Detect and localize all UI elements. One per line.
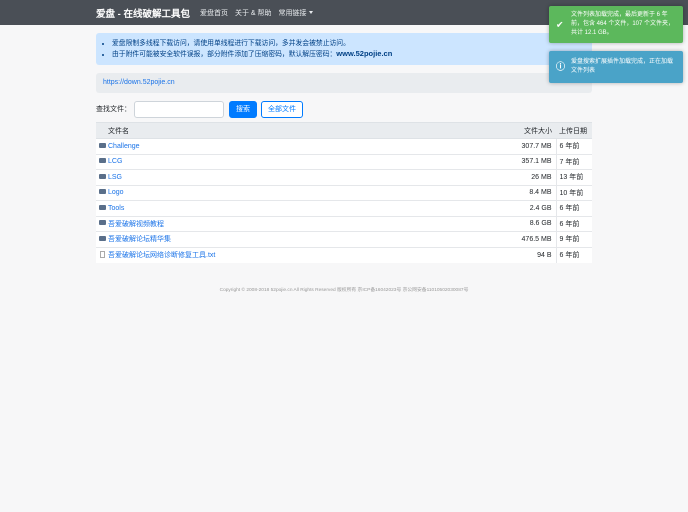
file-link[interactable]: LCG [108, 158, 122, 165]
row-name: Logo [108, 184, 486, 201]
caret-down-icon [308, 11, 313, 15]
file-link[interactable]: 吾爱破解论坛网络诊断修复工具.txt [108, 252, 215, 259]
row-size: 476.5 MB [486, 231, 557, 247]
row-icon [96, 138, 108, 154]
row-date: 7 年前 [556, 153, 592, 170]
row-name: LSG [108, 169, 486, 185]
row-name: LCG [108, 153, 486, 170]
alert-text: 由于附件可能被安全软件误报，部分附件添加了压缩密码，默认解压密码： [112, 51, 337, 58]
row-size: 8.4 MB [486, 184, 557, 201]
row-icon [96, 153, 108, 170]
row-date: 10 年前 [556, 184, 592, 201]
row-name: Tools [108, 200, 486, 216]
folder-icon [98, 189, 106, 195]
footer: Copyright © 2008-2018 52pojie.cn All Rig… [219, 288, 469, 293]
nav-about[interactable]: 关于 & 帮助 [235, 8, 272, 18]
toast-info[interactable]: ⓘ 爱盘搜索扩展插件加载完成，正在加载文件列表 [549, 51, 683, 83]
nav-links-label: 常用链接 [278, 9, 307, 17]
folder-icon [98, 235, 106, 241]
file-link[interactable]: 吾爱破解论坛精华集 [108, 236, 171, 243]
row-date: 6 年前 [556, 246, 592, 263]
toast-text: 文件列表加载完成，最后更新于 6 年前，包含 464 个文件，107 个文件夹，… [571, 12, 675, 36]
row-size: 357.1 MB [486, 153, 557, 170]
file-link[interactable]: Tools [108, 205, 124, 212]
toast-success[interactable]: ✔ 文件列表加载完成，最后更新于 6 年前，包含 464 个文件，107 个文件夹… [549, 6, 683, 43]
table-row[interactable]: 吾爱破解论坛网络诊断修复工具.txt 94 B6 年前 [96, 246, 592, 263]
alert-item: 由于附件可能被安全软件误报，部分附件添加了压缩密码，默认解压密码：www.52p… [112, 49, 592, 60]
brand[interactable]: 爱盘 - 在线破解工具包 [96, 6, 190, 20]
file-link[interactable]: Challenge [108, 143, 140, 150]
file-table: 文件名 文件大小 上传日期 Challenge 307.7 MB 6 年前 LCG 35… [96, 122, 592, 263]
file-icon [99, 250, 105, 258]
folder-icon [98, 220, 106, 226]
info-icon: ⓘ [556, 61, 566, 72]
folder-icon [98, 204, 106, 210]
col-icon [96, 122, 108, 139]
table-row[interactable]: Tools 2.4 GB 6 年前 [96, 200, 592, 216]
row-icon [96, 169, 108, 185]
search-bar: 查找文件： 搜索 全部文件 [96, 100, 592, 118]
search-label: 查找文件： [96, 106, 131, 113]
nav-home[interactable]: 爱盘首页 [200, 8, 228, 18]
alert-item: 爱盘限制多线程下载访问，请使用单线程进行下载访问，多并发会被禁止访问。 [112, 39, 592, 49]
row-date: 6 年前 [556, 200, 592, 216]
row-size: 8.6 GB [486, 215, 557, 232]
row-size: 26 MB [486, 169, 557, 185]
file-link[interactable]: Logo [108, 189, 124, 196]
row-name: 吾爱破解论坛网络诊断修复工具.txt [108, 246, 486, 263]
col-date[interactable]: 上传日期 [556, 122, 592, 139]
table-row[interactable]: 吾爱破解视频教程 8.6 GB 6 年前 [96, 215, 592, 232]
file-link[interactable]: LSG [108, 174, 122, 181]
path-link[interactable]: https://down.52pojie.cn [103, 79, 175, 86]
folder-icon [98, 142, 106, 148]
file-link[interactable]: 吾爱破解视频教程 [108, 221, 164, 228]
row-date: 9 年前 [556, 231, 592, 247]
toast-text: 爱盘搜索扩展插件加载完成，正在加载文件列表 [571, 59, 674, 74]
row-size: 2.4 GB [486, 200, 557, 216]
search-button[interactable]: 搜索 [229, 100, 257, 118]
row-icon [96, 200, 108, 216]
row-size: 94 B [486, 246, 557, 263]
row-date: 13 年前 [556, 169, 592, 185]
folder-icon [98, 158, 106, 164]
search-input[interactable] [134, 100, 224, 118]
col-size[interactable]: 文件大小 [486, 122, 556, 139]
row-date: 6 年前 [556, 138, 592, 154]
breadcrumb: https://down.52pojie.cn [96, 73, 592, 93]
row-date: 6 年前 [556, 215, 592, 232]
table-row[interactable]: 吾爱破解论坛精华集 476.5 MB 9 年前 [96, 231, 592, 247]
row-icon [96, 246, 108, 263]
check-icon: ✔ [556, 19, 564, 29]
row-name: 吾爱破解视频教程 [108, 215, 486, 232]
table-row[interactable]: LCG 357.1 MB 7 年前 [96, 153, 592, 170]
col-name[interactable]: 文件名 [108, 122, 486, 139]
password: www.52pojie.cn [336, 49, 393, 58]
all-files-button[interactable]: 全部文件 [261, 100, 303, 118]
row-name: Challenge [108, 138, 486, 154]
folder-icon [98, 173, 106, 179]
row-icon [96, 184, 108, 201]
row-name: 吾爱破解论坛精华集 [108, 231, 486, 247]
info-alert: 爱盘限制多线程下载访问，请使用单线程进行下载访问，多并发会被禁止访问。 由于附件… [96, 33, 592, 65]
row-size: 307.7 MB [486, 138, 557, 154]
table-row[interactable]: Challenge 307.7 MB 6 年前 [96, 138, 592, 154]
row-icon [96, 215, 108, 232]
row-icon [96, 231, 108, 247]
table-row[interactable]: Logo 8.4 MB 10 年前 [96, 184, 592, 201]
table-row[interactable]: LSG 26 MB 13 年前 [96, 169, 592, 185]
nav-links-dropdown[interactable]: 常用链接 [279, 8, 313, 18]
